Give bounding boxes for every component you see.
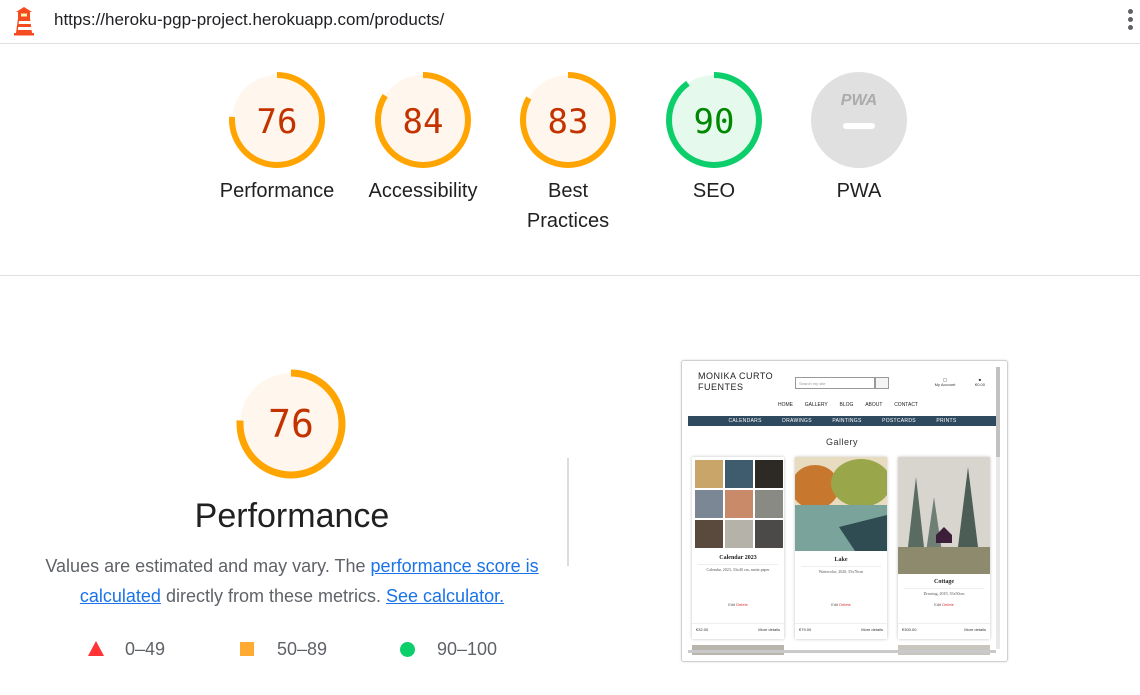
pwa-badge-icon: PWA — [811, 72, 907, 168]
gauge-label: SEO — [692, 180, 736, 202]
card-title: Cottage — [934, 579, 954, 585]
thumb-gallery-heading: Gallery — [825, 437, 858, 447]
green-circle-icon — [400, 642, 415, 657]
card-edit-link: Edit — [831, 602, 839, 607]
performance-title: Performance — [194, 497, 390, 535]
gauge-label: Best Practices — [526, 180, 610, 232]
page-url[interactable]: https://heroku-pgp-project.herokuapp.com… — [54, 10, 444, 30]
gauge-best-practices[interactable]: 83 Best Practices — [503, 72, 633, 236]
card-desc: Drawing, 2019, 35x50cm — [904, 588, 984, 597]
card-desc: Watercolor, 2020, 55x76cm — [801, 566, 881, 575]
thumb-product-card: Calendar 2023 Calendar, 2023, 33x40 cm, … — [692, 457, 784, 639]
card-delete-link: Delete — [839, 602, 851, 607]
performance-description: Values are estimated and may vary. The p… — [40, 551, 544, 611]
gauge-score: 76 — [257, 102, 298, 142]
card-divider — [692, 623, 784, 624]
thumb-search-input: Search my site — [795, 377, 875, 389]
thumb-product-card: Lake Watercolor, 2020, 55x76cm Edit Dele… — [795, 457, 887, 639]
legend-range: 90–100 — [437, 639, 498, 659]
card-more: More details — [964, 627, 986, 632]
gauge-seo[interactable]: 90 SEO — [649, 72, 779, 206]
thumb-nav-item: BLOG — [839, 402, 854, 408]
lighthouse-icon — [14, 7, 34, 36]
card-edit: Edit Delete — [898, 602, 990, 607]
card-divider — [795, 623, 887, 624]
gauge-accessibility[interactable]: 84 Accessibility — [358, 72, 488, 206]
thumb-nav-item: HOME — [778, 402, 793, 408]
card-desc: Calendar, 2023, 33x40 cm, matte paper — [698, 564, 778, 573]
card-delete-link: Delete — [736, 602, 748, 607]
thumb-nav-item: GALLERY — [804, 402, 828, 408]
gauge-label: PWA — [836, 180, 882, 202]
seo-gauge-ring: 90 — [666, 72, 762, 168]
gauge-label: Performance — [219, 180, 335, 202]
performance-large-gauge: 76 — [236, 369, 346, 479]
thumb-nav-item: CONTACT — [894, 402, 918, 408]
legend-range: 0–49 — [125, 639, 166, 659]
thumb-horizontal-scrollbar — [688, 650, 996, 653]
thumb-category: DRAWINGS — [782, 418, 812, 424]
browser-topbar: https://heroku-pgp-project.herokuapp.com… — [0, 0, 1140, 44]
card-divider — [898, 623, 990, 624]
thumb-search-icon — [875, 377, 889, 389]
card-price: €300.00 — [902, 627, 917, 632]
thumb-account: ◯ My Account — [934, 377, 956, 387]
card-edit-link: Edit — [934, 602, 942, 607]
card-delete-link: Delete — [942, 602, 954, 607]
desc-middle: directly from these metrics. — [160, 586, 387, 606]
card-price: €32.00 — [696, 627, 709, 632]
thumb-account-label: My Account — [934, 382, 956, 387]
performance-gauge-ring: 76 — [229, 72, 325, 168]
score-gauges: 76 Performance 84 Accessibility 83 Best … — [0, 44, 1140, 276]
gauge-pwa[interactable]: PWA PWA — [794, 72, 924, 206]
card-edit-link: Edit — [728, 602, 736, 607]
gauge-performance[interactable]: 76 Performance — [212, 72, 342, 206]
card-title: Lake — [834, 557, 848, 563]
thumb-category: CALENDARS — [728, 418, 762, 424]
thumb-bag: ■ €0.00 — [974, 377, 985, 387]
card-more: More details — [861, 627, 883, 632]
section-divider — [567, 458, 569, 566]
gauge-score: 90 — [694, 102, 735, 142]
gauge-label: Accessibility — [368, 180, 478, 202]
lake-painting-image — [795, 457, 887, 551]
desc-prefix: Values are estimated and may vary. The — [45, 556, 371, 576]
gauge-score: 83 — [548, 102, 589, 142]
thumb-category-bar: CALENDARS DRAWINGS PAINTINGS POSTCARDS P… — [688, 416, 997, 426]
orange-square-icon — [240, 642, 254, 656]
thumb-vertical-scrollbar — [996, 367, 1000, 649]
cottage-painting-image — [898, 457, 990, 574]
card-price: €79.00 — [799, 627, 812, 632]
see-calculator-link[interactable]: See calculator. — [386, 586, 504, 606]
score-legend: 0–49 50–89 90–100 — [0, 637, 600, 661]
card-edit: Edit Delete — [795, 602, 887, 607]
card-title: Calendar 2023 — [719, 555, 757, 561]
pwa-badge-text: PWA — [841, 92, 877, 109]
card-more: More details — [758, 627, 780, 632]
thumb-bag-total: €0.00 — [974, 382, 985, 387]
thumb-nav: HOME GALLERY BLOG ABOUT CONTACT — [778, 402, 918, 408]
gauge-score: 84 — [403, 102, 444, 142]
performance-section: 76 Performance Values are estimated and … — [0, 277, 1140, 695]
thumb-brand: MONIKA CURTO FUENTES — [698, 371, 774, 392]
thumb-product-card: Cottage Drawing, 2019, 35x50cm Edit Dele… — [898, 457, 990, 639]
red-triangle-icon — [88, 641, 104, 656]
page-screenshot-thumbnail[interactable]: MONIKA CURTO FUENTES Search my site ◯ My … — [681, 360, 1008, 662]
performance-score: 76 — [268, 402, 314, 446]
kebab-menu-icon[interactable] — [1124, 6, 1136, 36]
card-edit: Edit Delete — [692, 602, 784, 607]
best-practices-gauge-ring: 83 — [520, 72, 616, 168]
thumb-category: POSTCARDS — [882, 418, 916, 424]
thumb-nav-item: ABOUT — [865, 402, 883, 408]
accessibility-gauge-ring: 84 — [375, 72, 471, 168]
calendar-collage-image — [695, 460, 783, 548]
thumb-category: PAINTINGS — [832, 418, 862, 424]
legend-range: 50–89 — [277, 639, 328, 659]
thumb-category: PRINTS — [936, 418, 957, 424]
